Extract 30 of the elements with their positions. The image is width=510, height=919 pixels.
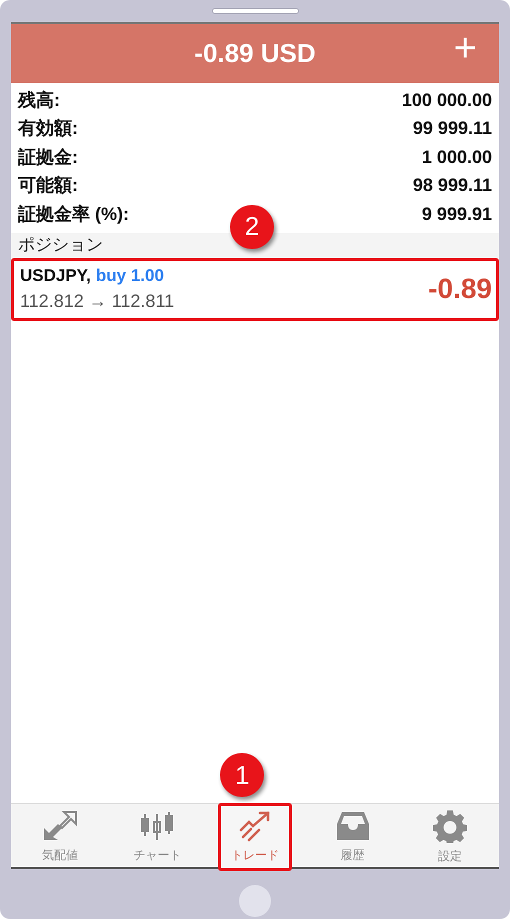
inbox-tray-icon (336, 810, 370, 842)
account-value: 9 999.91 (422, 202, 492, 226)
account-value: 98 999.11 (412, 174, 492, 198)
tab[interactable]: 設定 (413, 803, 488, 871)
header-title: -0.89 USD (194, 37, 316, 70)
tab[interactable]: チャート (120, 803, 194, 871)
tab[interactable]: トレード (218, 803, 292, 871)
section-title: ポジション (18, 234, 103, 256)
callout-badge: 2 (230, 204, 274, 248)
account-label: 有効額: (18, 117, 78, 140)
position-side: buy 1.00 (96, 264, 164, 287)
account-value: 1 000.00 (422, 146, 492, 169)
callout-badge: 1 (220, 753, 264, 797)
settings-icon (433, 809, 468, 843)
position-prices: 112.812 → 112.811 (20, 290, 174, 314)
account-label: 証拠金率 (%): (18, 202, 129, 226)
tab[interactable]: 気配値 (22, 803, 97, 871)
account-label: 残高: (18, 88, 60, 112)
account-label: 可能額: (18, 174, 78, 198)
candlestick-icon (140, 810, 174, 842)
tab[interactable]: 履歴 (316, 803, 390, 871)
trend-arrow-icon (238, 810, 272, 842)
home-button[interactable] (239, 885, 271, 917)
position-symbol: USDJPY, (20, 264, 91, 287)
add-button[interactable]: + (454, 28, 477, 68)
account-value: 99 999.11 (412, 117, 492, 140)
position-profit: -0.89 (428, 272, 492, 306)
account-label: 証拠金: (18, 146, 78, 169)
diagonal-arrows-icon (42, 810, 78, 842)
account-value: 100 000.00 (402, 88, 492, 112)
